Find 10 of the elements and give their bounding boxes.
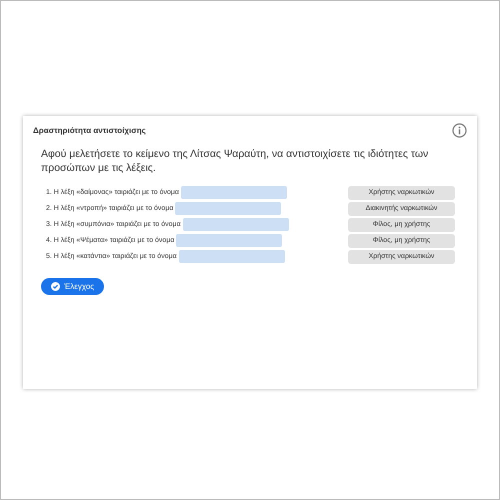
drop-zone[interactable] (176, 234, 282, 247)
activity-title: Δραστηριότητα αντιστοίχισης (33, 126, 146, 135)
instruction-text: Αφού μελετήσετε το κείμενο της Λίτσας Ψαραύτη, να αντιστοιχίσετε τις ιδιότητες των προσώπων με τις λέξεις. (41, 148, 430, 176)
drop-zone[interactable] (182, 218, 289, 231)
check-icon (51, 282, 60, 292)
info-icon[interactable] (452, 123, 467, 138)
check-button[interactable]: Έλεγχος (41, 278, 104, 296)
drop-zone[interactable] (180, 186, 287, 199)
drop-zone[interactable] (175, 202, 282, 215)
drop-zone[interactable] (178, 250, 285, 263)
